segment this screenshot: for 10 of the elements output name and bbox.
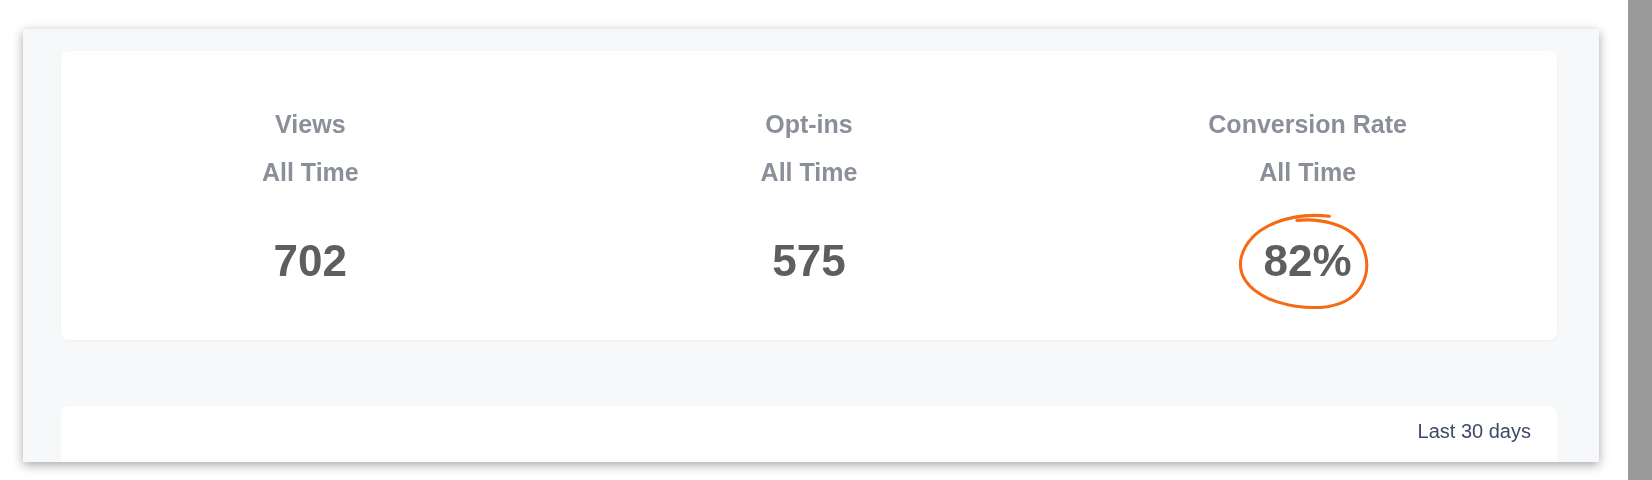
stat-period: All Time — [760, 157, 858, 187]
stat-period: All Time — [261, 157, 359, 187]
stat-label: Views — [275, 109, 346, 139]
stat-period: All Time — [1259, 157, 1357, 187]
stat-label: Opt-ins — [765, 109, 853, 139]
stat-value: 702 — [273, 235, 348, 287]
stat-value: 575 — [772, 235, 846, 287]
stat-label: Conversion Rate — [1208, 109, 1407, 139]
stat-value: 82% — [1263, 235, 1352, 287]
date-range-label[interactable]: Last 30 days — [1417, 420, 1531, 443]
